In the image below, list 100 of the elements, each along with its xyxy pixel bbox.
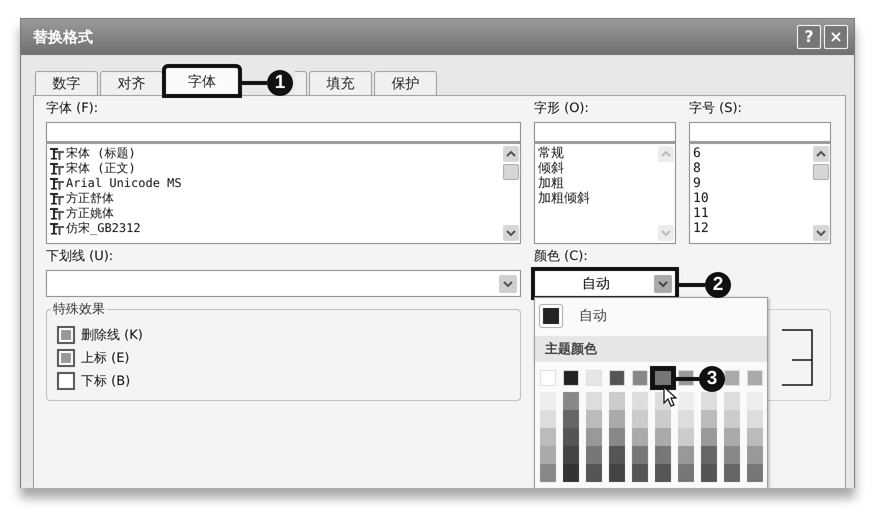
color-swatch[interactable] [701, 446, 717, 464]
checkbox[interactable] [57, 326, 75, 344]
color-swatch[interactable] [632, 410, 648, 428]
list-item[interactable]: 12 [693, 221, 809, 236]
truetype-icon [50, 148, 64, 160]
checkbox[interactable] [57, 372, 75, 390]
list-item[interactable]: 8 [693, 161, 809, 176]
color-swatch[interactable] [678, 464, 694, 482]
color-swatch[interactable] [655, 464, 671, 482]
scroll-up-icon[interactable] [503, 146, 519, 162]
color-swatch[interactable] [678, 410, 694, 428]
tab[interactable]: 填充 [309, 71, 372, 95]
color-swatch[interactable] [678, 446, 694, 464]
list-item[interactable]: 宋体 (正文) [66, 161, 136, 176]
list-item[interactable]: 加粗 [538, 176, 654, 191]
color-swatch[interactable] [724, 464, 740, 482]
scroll-down-icon[interactable] [503, 225, 519, 241]
color-swatch[interactable] [632, 392, 648, 410]
close-button[interactable]: × [824, 25, 848, 49]
color-swatch[interactable] [724, 428, 740, 446]
color-swatch[interactable] [655, 410, 671, 428]
color-swatch[interactable] [563, 410, 579, 428]
font-list[interactable]: 宋体 (标题) 宋体 (正文) Arial Unicode MS 方正舒体 方正姚体 仿宋_GB2312 [46, 144, 521, 244]
color-swatch[interactable] [609, 464, 625, 482]
color-swatch[interactable] [632, 464, 648, 482]
color-swatch[interactable] [540, 410, 556, 428]
color-swatch[interactable] [540, 392, 556, 410]
color-swatch[interactable] [540, 464, 556, 482]
list-item[interactable]: 宋体 (标题) [66, 146, 136, 161]
color-swatch[interactable] [586, 410, 602, 428]
color-swatch[interactable] [747, 410, 763, 428]
color-swatch[interactable] [563, 446, 579, 464]
tab[interactable]: 字体 [165, 67, 239, 95]
color-swatch[interactable] [609, 410, 625, 428]
list-item[interactable]: 仿宋_GB2312 [66, 221, 141, 236]
color-swatch[interactable] [586, 464, 602, 482]
list-item[interactable]: 11 [693, 206, 809, 221]
callout-number: 3 [699, 366, 725, 392]
color-swatch[interactable] [609, 446, 625, 464]
menu-item[interactable]: 自动 [579, 307, 607, 325]
input-field[interactable] [689, 122, 831, 144]
color-swatch[interactable] [609, 428, 625, 446]
mouse-pointer-icon [663, 386, 677, 408]
color-swatch[interactable] [747, 428, 763, 446]
list-item[interactable]: 倾斜 [538, 161, 654, 176]
color-swatch[interactable] [650, 366, 676, 390]
size-list[interactable]: 6 8 9 10 11 12 [689, 144, 831, 244]
color-swatch[interactable] [539, 304, 563, 328]
color-dropdown[interactable]: 自动 [534, 270, 676, 297]
color-swatch[interactable] [586, 392, 602, 410]
checkbox-label: 删除线 (K) [81, 327, 143, 344]
scroll-up-icon[interactable] [813, 146, 829, 162]
color-swatch[interactable] [724, 392, 740, 410]
help-button[interactable]: ? [797, 25, 821, 49]
color-swatch[interactable] [747, 446, 763, 464]
window-title: 替换格式 [33, 28, 93, 46]
tab[interactable]: 数字 [35, 71, 98, 95]
list-item[interactable]: 加粗倾斜 [538, 191, 654, 206]
color-swatch[interactable] [563, 392, 579, 410]
color-swatch[interactable] [632, 446, 648, 464]
list-item[interactable]: 9 [693, 176, 809, 191]
color-swatch[interactable] [724, 446, 740, 464]
color-swatch[interactable] [747, 392, 763, 410]
color-swatch[interactable] [540, 446, 556, 464]
color-swatch[interactable] [747, 464, 763, 482]
scroll-thumb[interactable] [503, 164, 519, 180]
color-swatch[interactable] [701, 428, 717, 446]
color-swatch[interactable] [655, 428, 671, 446]
color-swatch[interactable] [586, 446, 602, 464]
underline-dropdown[interactable] [46, 270, 521, 297]
input-field[interactable] [534, 122, 676, 144]
color-swatch[interactable] [678, 392, 694, 410]
list-item[interactable]: 10 [693, 191, 809, 206]
color-swatch[interactable] [724, 410, 740, 428]
tab[interactable]: 对齐 [100, 71, 163, 95]
truetype-icon [50, 162, 64, 174]
checkbox[interactable] [57, 349, 75, 367]
tab[interactable] [295, 71, 307, 95]
scroll-thumb[interactable] [813, 164, 829, 180]
color-swatch[interactable] [655, 446, 671, 464]
color-swatch[interactable] [563, 464, 579, 482]
list-item[interactable]: Arial Unicode MS [66, 176, 182, 191]
color-swatch[interactable] [701, 392, 717, 410]
color-swatch[interactable] [586, 428, 602, 446]
list-item[interactable]: 方正姚体 [66, 206, 114, 221]
style-list[interactable]: 常规 倾斜 加粗 加粗倾斜 [534, 144, 676, 244]
tab[interactable]: 保护 [374, 71, 437, 95]
color-swatch[interactable] [678, 428, 694, 446]
color-swatch[interactable] [632, 428, 648, 446]
color-swatch[interactable] [701, 464, 717, 482]
list-item[interactable]: 6 [693, 146, 809, 161]
color-swatch[interactable] [609, 392, 625, 410]
color-swatch[interactable] [540, 428, 556, 446]
color-swatch[interactable] [701, 410, 717, 428]
callout-number: 1 [267, 70, 293, 96]
color-swatch[interactable] [563, 428, 579, 446]
input-field[interactable] [46, 122, 521, 144]
scroll-down-icon[interactable] [813, 225, 829, 241]
list-item[interactable]: 方正舒体 [66, 191, 114, 206]
list-item[interactable]: 常规 [538, 146, 654, 161]
